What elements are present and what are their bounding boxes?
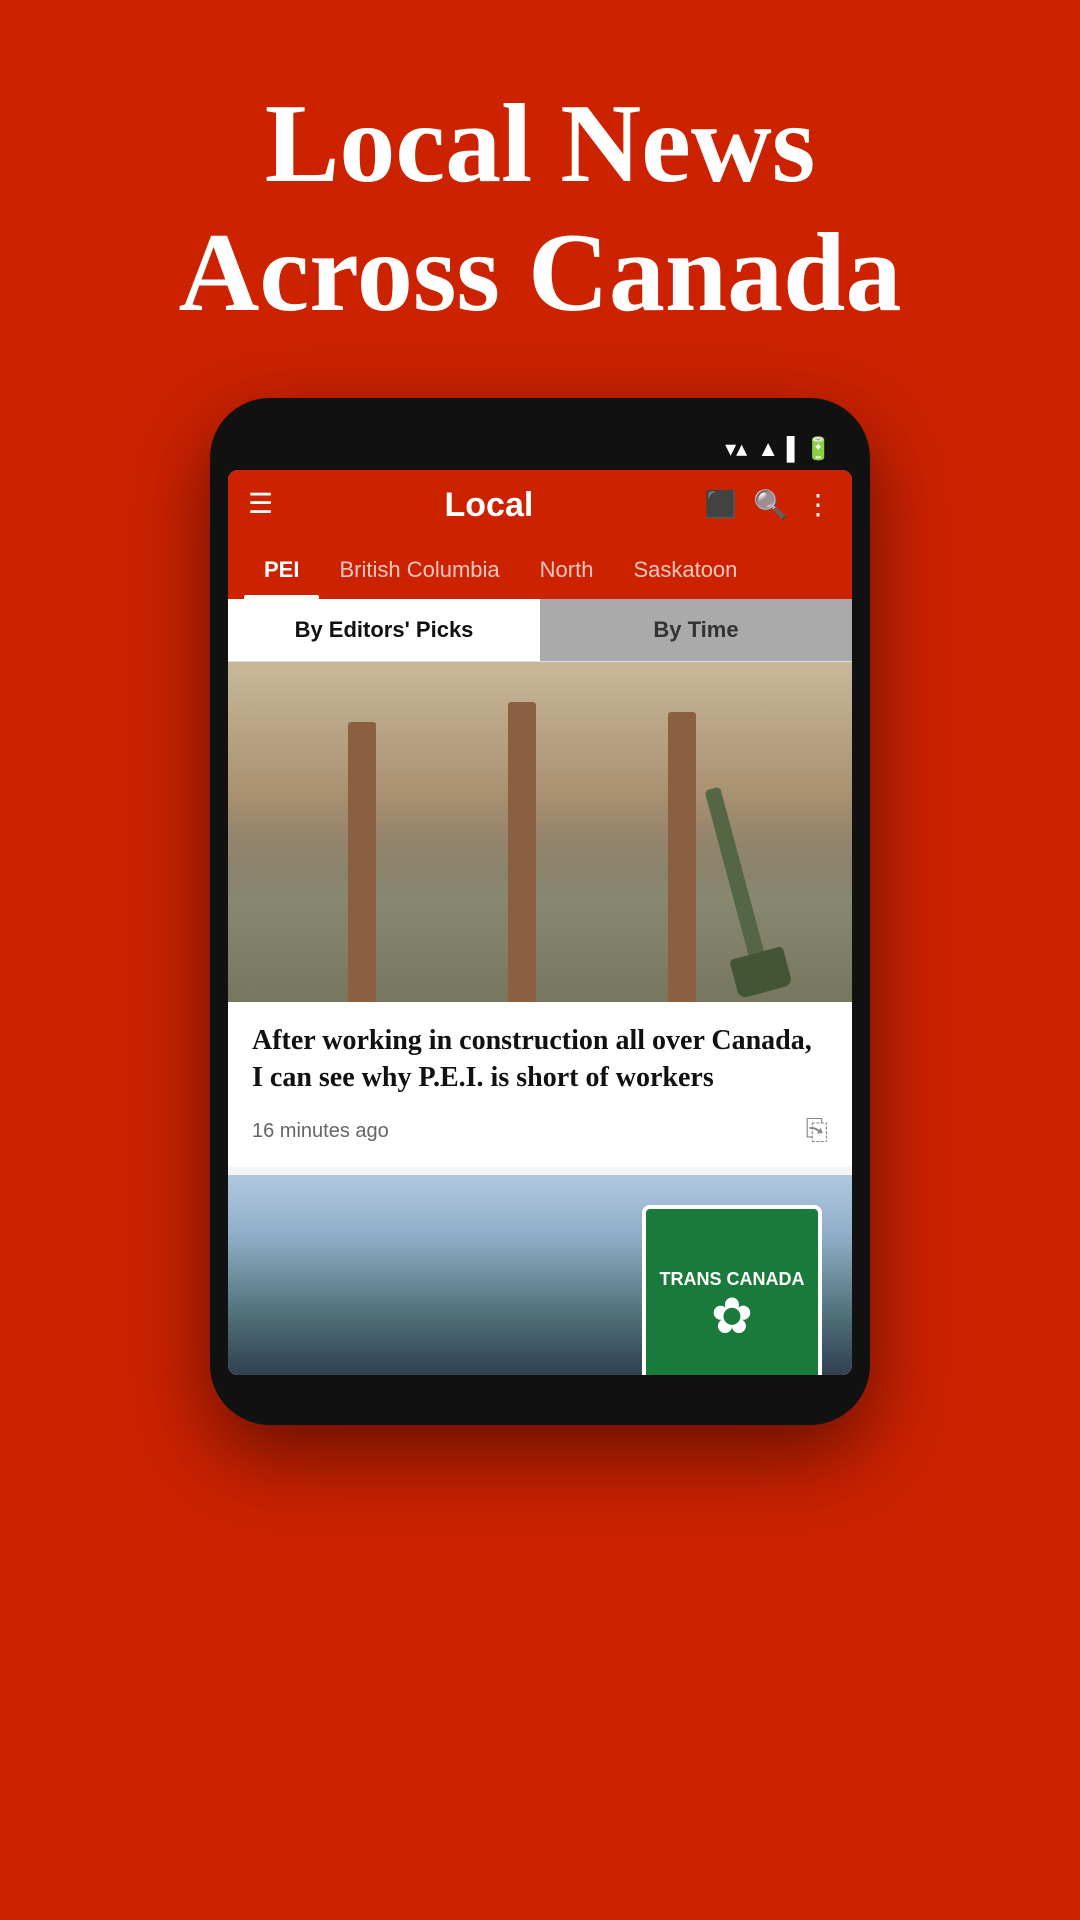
article-2-image: TRANS CANADA ✿ — [228, 1175, 852, 1375]
sort-by-time[interactable]: By Time — [540, 599, 852, 661]
sort-bar: By Editors' Picks By Time — [228, 599, 852, 662]
tab-pei[interactable]: PEI — [244, 541, 319, 599]
bookmark-icon-1[interactable]: ⎘ — [806, 1115, 828, 1147]
article-1-meta: 16 minutes ago ⎘ — [252, 1115, 828, 1147]
header-actions: ⬛ 🔍 ⋮ — [705, 488, 832, 522]
phone-body: ▾▴ ▲▐ 🔋 ☰ Local ⬛ 🔍 ⋮ PEI British Columb… — [210, 398, 870, 1426]
battery-icon: 🔋 — [805, 436, 832, 462]
more-options-icon[interactable]: ⋮ — [804, 488, 832, 522]
article-1-headline: After working in construction all over C… — [252, 1022, 828, 1098]
app-title: Local — [273, 486, 705, 525]
tab-british-columbia[interactable]: British Columbia — [319, 541, 519, 599]
app-screen: ☰ Local ⬛ 🔍 ⋮ PEI British Columbia North… — [228, 470, 852, 1376]
trans-canada-sign: TRANS CANADA ✿ — [642, 1205, 822, 1375]
tab-bar: PEI British Columbia North Saskatoon — [228, 541, 852, 599]
app-header: ☰ Local ⬛ 🔍 ⋮ — [228, 470, 852, 541]
article-1-content: After working in construction all over C… — [228, 1002, 852, 1168]
sort-editors-picks[interactable]: By Editors' Picks — [228, 599, 540, 661]
maple-leaf-icon: ✿ — [711, 1291, 753, 1341]
menu-icon[interactable]: ☰ — [248, 491, 273, 519]
tab-north[interactable]: North — [520, 541, 614, 599]
hero-line2: Across Canada — [179, 211, 902, 335]
hero-section: Local News Across Canada — [0, 0, 1080, 398]
phone-mockup: ▾▴ ▲▐ 🔋 ☰ Local ⬛ 🔍 ⋮ PEI British Columb… — [0, 398, 1080, 1426]
article-1-image — [228, 662, 852, 1002]
signal-icon: ▲▐ — [757, 436, 794, 462]
hero-title: Local News Across Canada — [0, 80, 1080, 338]
status-bar: ▾▴ ▲▐ 🔋 — [228, 428, 852, 470]
news-card-1[interactable]: After working in construction all over C… — [228, 662, 852, 1168]
cast-icon[interactable]: ⬛ — [705, 490, 737, 520]
tab-saskatoon[interactable]: Saskatoon — [613, 541, 757, 599]
search-icon[interactable]: 🔍 — [753, 488, 788, 522]
article-1-time: 16 minutes ago — [252, 1120, 389, 1143]
wifi-icon: ▾▴ — [725, 436, 747, 462]
hero-line1: Local News — [265, 82, 816, 206]
news-card-2[interactable]: TRANS CANADA ✿ — [228, 1175, 852, 1375]
